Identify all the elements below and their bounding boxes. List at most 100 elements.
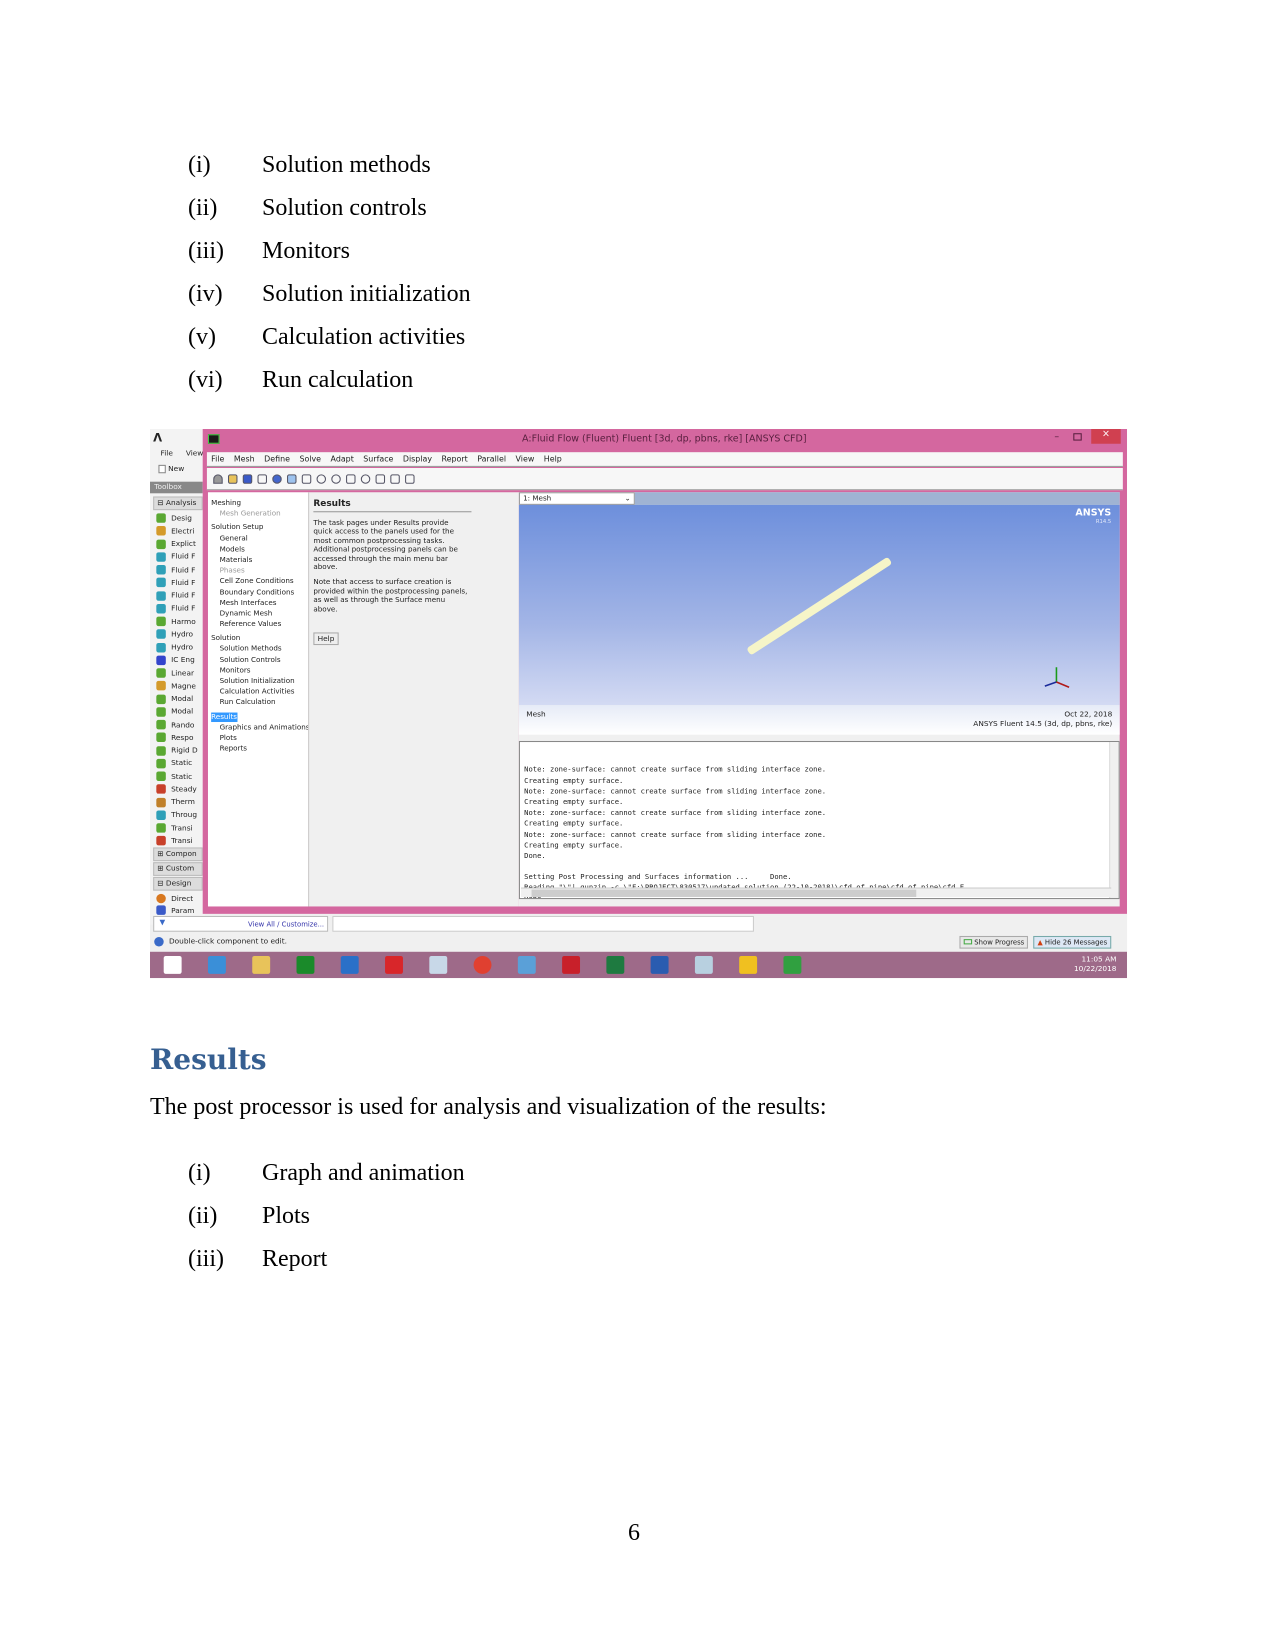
- toolbox-item[interactable]: Fluid F: [156, 564, 195, 576]
- close-icon[interactable]: ×: [1091, 429, 1121, 444]
- tree-item[interactable]: Materials: [211, 554, 305, 565]
- toolbox-group[interactable]: ⊞ Compon: [153, 847, 203, 862]
- menu-item[interactable]: Adapt: [326, 452, 359, 466]
- app-window-taskbar-button[interactable]: [327, 952, 371, 978]
- toolbox-item[interactable]: Linear: [156, 667, 194, 679]
- tree-item[interactable]: Graphics and Animations: [211, 722, 310, 733]
- rotate-icon[interactable]: [287, 473, 297, 484]
- toolbox-item[interactable]: Magne: [156, 680, 196, 692]
- notes-taskbar-button[interactable]: [681, 952, 725, 978]
- toolbox-group[interactable]: ⊟ Design: [153, 876, 203, 891]
- tree-item[interactable]: Solution Methods: [211, 643, 305, 654]
- menu-item[interactable]: Display: [399, 452, 438, 466]
- open-icon[interactable]: [227, 473, 238, 484]
- toolbox-item[interactable]: Therm: [156, 796, 195, 808]
- toolbox-item[interactable]: IC Eng: [156, 654, 195, 666]
- vertical-scrollbar[interactable]: [1109, 742, 1119, 899]
- tree-item[interactable]: Run Calculation: [211, 697, 305, 708]
- photos-taskbar-button[interactable]: [504, 952, 548, 978]
- toolbox-item[interactable]: Hydro: [156, 628, 193, 640]
- tree-item[interactable]: Solution Controls: [211, 654, 305, 665]
- mesh-viewport[interactable]: ANSYS R14.5: [518, 504, 1120, 706]
- tree-item[interactable]: Calculation Activities: [211, 686, 305, 697]
- menu-item[interactable]: View: [511, 452, 539, 466]
- toolbox-item[interactable]: Static: [156, 770, 192, 782]
- menu-item[interactable]: Solve: [295, 452, 326, 466]
- file-explorer-taskbar-button[interactable]: [239, 952, 283, 978]
- menu-item[interactable]: Mesh: [230, 452, 260, 466]
- toolbox-item[interactable]: Modal: [156, 693, 193, 705]
- tree-item[interactable]: Reports: [211, 743, 305, 754]
- hide-messages-button[interactable]: ▲ Hide 26 Messages: [1033, 935, 1112, 949]
- tree-item[interactable]: Solution Initialization: [211, 676, 305, 687]
- analysis-group[interactable]: ⊟ Analysis: [153, 496, 203, 511]
- acrobat-taskbar-button[interactable]: [548, 952, 592, 978]
- help-icon[interactable]: [272, 473, 282, 484]
- ansys-workbench-taskbar-button[interactable]: [725, 952, 769, 978]
- toolbox-item[interactable]: Transi: [156, 835, 193, 847]
- pan-icon[interactable]: [301, 473, 312, 484]
- tree-item[interactable]: Models: [211, 544, 305, 555]
- toolbox-item[interactable]: Fluid F: [156, 551, 195, 563]
- view-all-link[interactable]: View All / Customize...: [248, 920, 324, 928]
- toolbox-group[interactable]: ⊞ Custom: [153, 862, 203, 876]
- maximize-icon[interactable]: [1073, 433, 1082, 441]
- chrome-taskbar-button[interactable]: [460, 952, 504, 978]
- toolbox-item[interactable]: Harmo: [156, 616, 196, 628]
- toolbox-item[interactable]: Electri: [156, 525, 194, 537]
- tree-item[interactable]: Plots: [211, 732, 305, 743]
- tree-item[interactable]: Monitors: [211, 665, 305, 676]
- tree-item[interactable]: Boundary Conditions: [211, 587, 305, 598]
- fit-icon[interactable]: [360, 473, 371, 484]
- axes-icon[interactable]: [375, 473, 386, 484]
- zoom-in-icon[interactable]: [331, 473, 341, 484]
- tree-item[interactable]: General: [211, 533, 305, 544]
- tree-item[interactable]: Meshing: [211, 498, 305, 509]
- new-button[interactable]: New: [158, 464, 184, 474]
- stop-icon[interactable]: [213, 473, 223, 484]
- tree-item[interactable]: Solution: [211, 633, 305, 644]
- menu-item[interactable]: Parallel: [473, 452, 511, 466]
- calculator-taskbar-button[interactable]: [416, 952, 460, 978]
- tree-item[interactable]: Mesh Interfaces: [211, 597, 305, 608]
- toolbox-item-param[interactable]: Param: [156, 904, 194, 916]
- toolbox-item[interactable]: Fluid F: [156, 577, 195, 589]
- zoom-out-icon[interactable]: [316, 473, 327, 484]
- toolbox-item[interactable]: Rando: [156, 719, 194, 731]
- minimize-icon[interactable]: –: [1054, 432, 1059, 443]
- toolbox-item[interactable]: Rigid D: [156, 745, 198, 757]
- toolbox-item[interactable]: Fluid F: [156, 590, 195, 602]
- toolbox-item[interactable]: Modal: [156, 706, 193, 718]
- internet-explorer-taskbar-button[interactable]: [194, 952, 238, 978]
- windows-start-taskbar-button[interactable]: [150, 952, 194, 978]
- toolbox-item[interactable]: Fluid F: [156, 603, 195, 615]
- toolbox-item[interactable]: Static: [156, 758, 192, 770]
- tree-item[interactable]: Reference Values: [211, 619, 305, 630]
- toolbox-item[interactable]: Desig: [156, 512, 192, 524]
- excel-taskbar-button[interactable]: [593, 952, 637, 978]
- fluent-taskbar-button[interactable]: [770, 952, 814, 978]
- save-icon[interactable]: [242, 473, 253, 484]
- system-clock[interactable]: 11:05 AM 10/22/2018: [1074, 955, 1117, 974]
- menu-item[interactable]: Surface: [359, 452, 399, 466]
- tree-item[interactable]: Solution Setup: [211, 522, 305, 533]
- tree-item[interactable]: Cell Zone Conditions: [211, 576, 305, 587]
- filter-icon[interactable]: ▼: [159, 918, 165, 926]
- toolbox-item-direct[interactable]: Direct: [156, 893, 193, 905]
- show-progress-button[interactable]: Show Progress: [959, 935, 1029, 949]
- word-taskbar-button[interactable]: [637, 952, 681, 978]
- menu-item[interactable]: Define: [260, 452, 295, 466]
- toolbox-item[interactable]: Explict: [156, 538, 196, 550]
- menu-item[interactable]: Help: [540, 452, 568, 466]
- solidworks-taskbar-button[interactable]: [371, 952, 415, 978]
- tree-item[interactable]: Mesh Generation: [211, 508, 305, 519]
- wb-menu-file[interactable]: File: [161, 449, 173, 457]
- toolbox-item[interactable]: Throug: [156, 809, 197, 821]
- window-icon[interactable]: [405, 473, 415, 484]
- print-icon[interactable]: [257, 473, 267, 484]
- toolbox-item[interactable]: Hydro: [156, 641, 193, 653]
- toolbox-item[interactable]: Respo: [156, 732, 193, 744]
- help-button[interactable]: Help: [313, 632, 339, 646]
- wb-menu-view[interactable]: View: [186, 449, 204, 457]
- menu-item[interactable]: Report: [437, 452, 473, 466]
